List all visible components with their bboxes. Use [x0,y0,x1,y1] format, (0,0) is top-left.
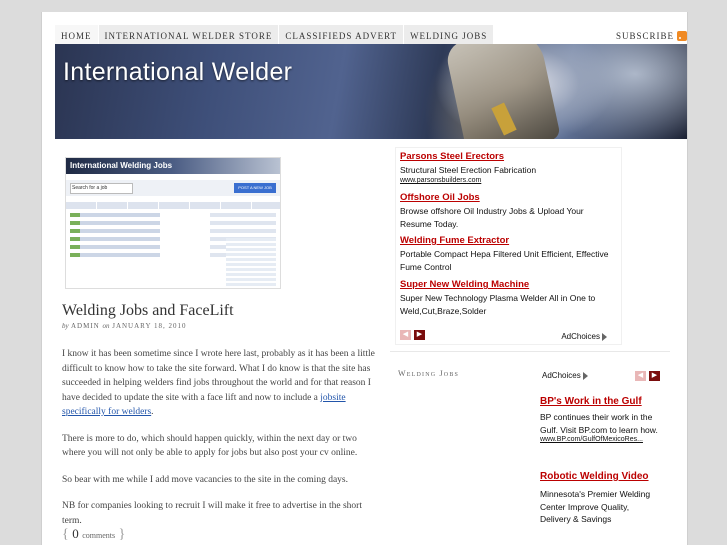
post-date: JANUARY 18, 2010 [112,322,187,330]
sidebar-divider [390,351,670,352]
adchoices-icon [602,332,607,341]
ad-item[interactable]: BP's Work in the Gulf BP continues their… [540,395,658,443]
jobsite-sidebar [226,238,276,288]
adchoices-label: AdChoices [542,371,581,380]
comments-link[interactable]: { 0 comments } [62,526,125,543]
site-title[interactable]: International Welder [63,58,292,87]
ad-block-top: Parsons Steel Erectors Structural Steel … [395,147,622,345]
ad-description: Super New Technology Plasma Welder All i… [400,293,596,316]
post-title[interactable]: Welding Jobs and FaceLift [62,302,234,320]
adchoices-label: AdChoices [561,332,600,341]
jobsite-row [70,229,276,233]
adchoices-icon [582,371,588,380]
ad-title[interactable]: Robotic Welding Video [540,470,658,484]
ad-title[interactable]: Offshore Oil Jobs [400,192,615,203]
sidebar-title: Welding Jobs [398,369,460,378]
ad-item[interactable]: Offshore Oil Jobs Browse offshore Oil In… [400,192,615,231]
jobsite-row [70,213,276,217]
ad-url[interactable]: www.parsonsbuilders.com [400,177,536,184]
ad-title[interactable]: Welding Fume Extractor [400,235,615,246]
prev-arrow-icon[interactable]: ◀ [400,330,411,340]
post-paragraph: So bear with me while I add move vacanci… [62,474,348,485]
ad-pager: ◀ ▶ [635,371,660,381]
ad-description: Portable Compact Hepa Filtered Unit Effi… [400,249,609,272]
ad-item[interactable]: Super New Welding Machine Super New Tech… [400,279,618,318]
ad-description: Browse offshore Oil Industry Jobs & Uplo… [400,206,584,229]
next-arrow-icon[interactable]: ▶ [414,330,425,340]
ad-title[interactable]: Parsons Steel Erectors [400,151,536,162]
post-paragraph-end: . [151,407,154,417]
jobsite-row [70,221,276,225]
jobsite-search-area: Search for a job POST A NEW JOB [66,180,280,196]
header-banner: International Welder [55,44,687,139]
post-paragraph: NB for companies looking to recruit I wi… [62,501,362,526]
post-author[interactable]: ADMIN [71,322,100,330]
ad-title[interactable]: Super New Welding Machine [400,279,618,290]
comments-count: 0 [72,526,79,541]
ad-title[interactable]: BP's Work in the Gulf [540,395,658,409]
post-paragraph: There is more to do, which should happen… [62,433,358,459]
page-container: HOME INTERNATIONAL WELDER STORE CLASSIFI… [41,12,688,545]
jobsite-tabs [66,202,280,209]
prev-arrow-icon[interactable]: ◀ [635,371,646,381]
ad-item[interactable]: Welding Fume Extractor Portable Compact … [400,235,615,274]
ad-description: BP continues their work in the Gulf. Vis… [540,412,658,435]
sidebar-welding-jobs: Welding Jobs AdChoices ◀ ▶ BP's Work in … [390,347,670,545]
ad-description: Minnesota's Premier Welding Center Impro… [540,489,651,524]
ad-pager: ◀ ▶ [400,330,425,340]
jobsite-banner: International Welding Jobs [66,158,280,174]
rss-icon [677,31,687,41]
ad-description: Structural Steel Erection Fabrication [400,165,537,175]
jobsite-search-box: Search for a job [70,183,133,194]
post-byline: by ADMIN on JANUARY 18, 2010 [62,322,187,330]
byline-on: on [102,322,110,330]
ad-block-sidebar: AdChoices ◀ ▶ BP's Work in the Gulf BP c… [540,367,660,545]
next-arrow-icon[interactable]: ▶ [649,371,660,381]
jobsite-post-button: POST A NEW JOB [234,183,276,193]
post-body: I know it has been sometime since I wrot… [62,347,377,540]
ad-item[interactable]: Parsons Steel Erectors Structural Steel … [400,151,536,184]
adchoices-link[interactable]: AdChoices [561,332,607,341]
page-inner: HOME INTERNATIONAL WELDER STORE CLASSIFI… [55,12,687,545]
jobsite-screenshot[interactable]: International Welding Jobs Search for a … [65,157,281,289]
ad-item[interactable]: Robotic Welding Video Minnesota's Premie… [540,470,658,526]
post-paragraph: I know it has been sometime since I wrot… [62,347,377,420]
adchoices-link[interactable]: AdChoices [542,371,588,380]
byline-by: by [62,322,69,330]
ad-url[interactable]: www.BP.com/GulfOfMexicoRes... [540,436,658,443]
comments-label: comments [82,531,116,540]
